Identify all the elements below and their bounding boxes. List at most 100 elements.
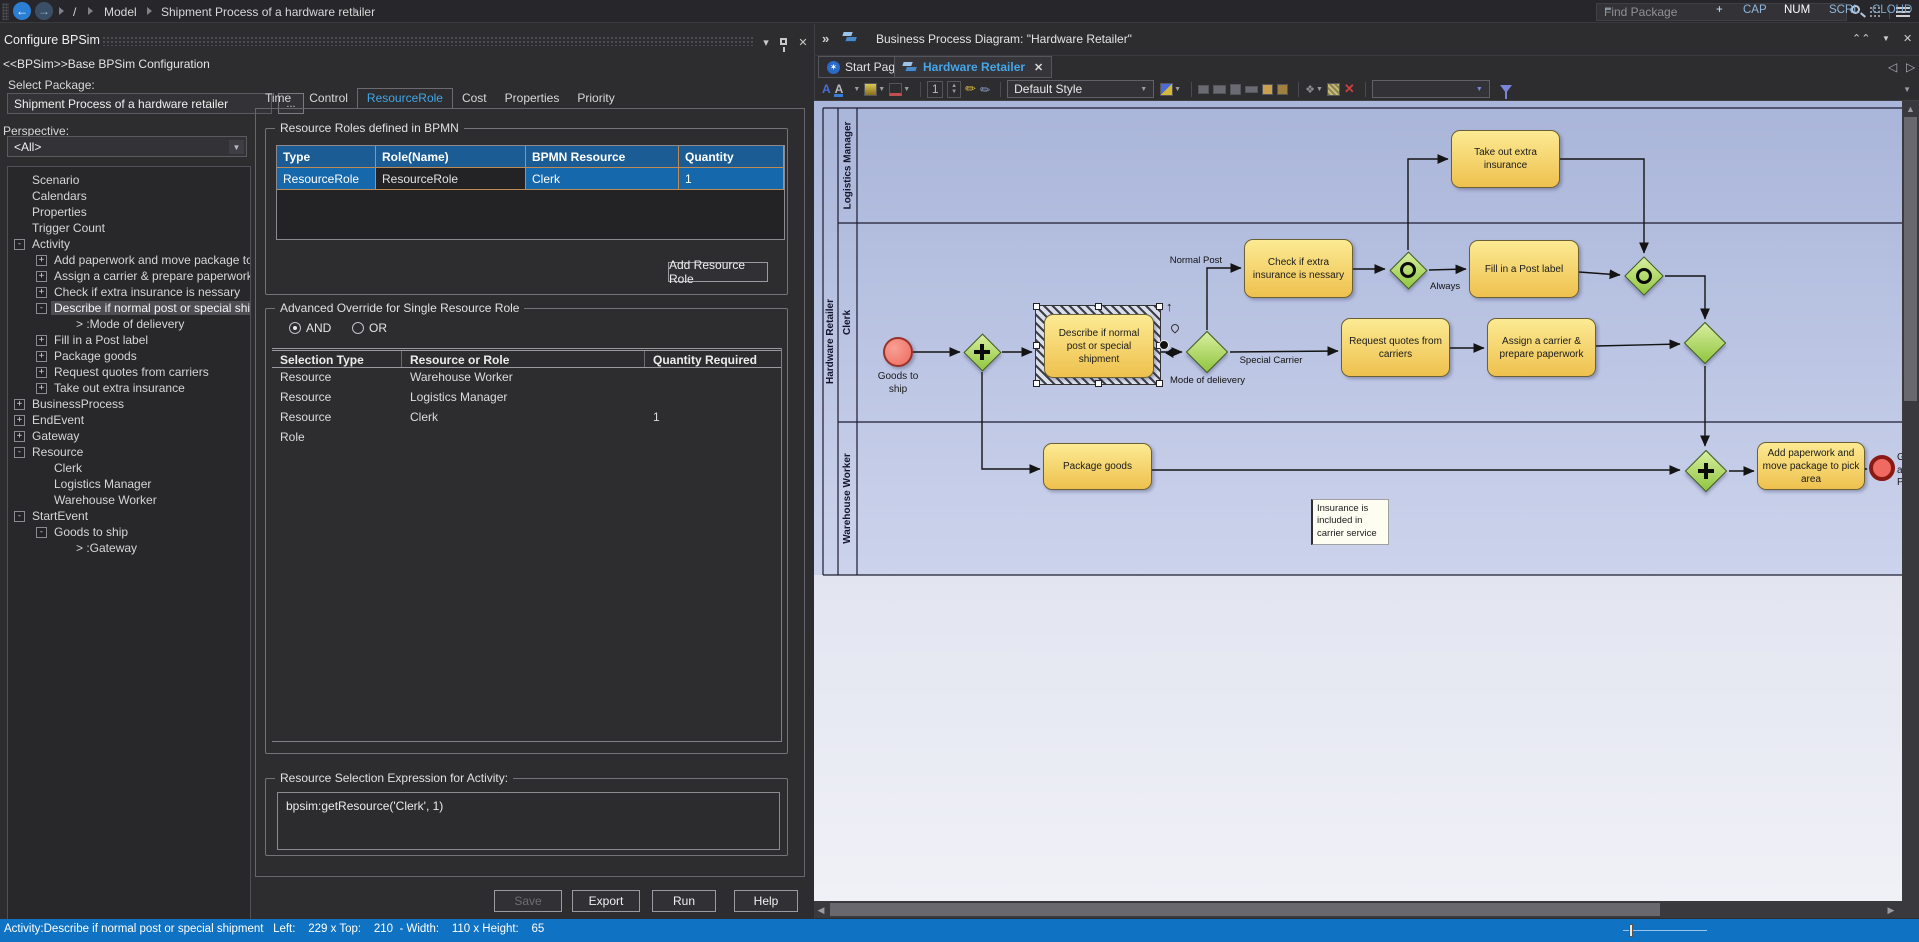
horizontal-scrollbar[interactable]: ◀ ▶ <box>814 901 1902 918</box>
chevron-down-icon[interactable]: ▼ <box>229 140 244 154</box>
advanced-override-table[interactable]: Selection TypeResource or RoleQuantity R… <box>272 348 782 742</box>
format-painter-icon[interactable]: ✏ <box>965 81 976 98</box>
tree-item[interactable]: +Assign a carrier & prepare paperwork <box>8 268 250 284</box>
collapse-icon[interactable]: - <box>36 303 47 314</box>
tree-item[interactable]: -Resource <box>8 444 250 460</box>
column-header[interactable]: Type <box>277 146 376 168</box>
close-icon[interactable]: ✕ <box>1903 32 1912 45</box>
line-color-icon[interactable]: ▼ <box>889 81 910 98</box>
collapse-icon[interactable]: - <box>14 239 25 250</box>
window-position-icon[interactable]: ▾ <box>759 36 773 49</box>
column-header[interactable]: Selection Type <box>272 351 402 367</box>
bpmn-task[interactable]: Fill in a Post label <box>1469 240 1579 298</box>
radio-unselected-icon[interactable] <box>352 322 364 334</box>
tree-item[interactable]: Properties <box>8 204 250 220</box>
toolbar-overflow-icon[interactable]: ▼ <box>1903 81 1911 98</box>
align-right-icon[interactable] <box>1230 81 1241 98</box>
filter-icon[interactable] <box>1500 81 1512 98</box>
bpmn-task[interactable]: Add paperwork and move package to pick a… <box>1757 442 1865 490</box>
pencil-icon[interactable]: ✎ <box>976 79 995 98</box>
tree-item[interactable]: -Describe if normal post or special ship… <box>8 300 250 316</box>
selection-handle[interactable] <box>1033 303 1040 310</box>
bpmn-gateway-none[interactable] <box>1186 331 1228 373</box>
expand-icon[interactable]: + <box>36 367 47 378</box>
table-row[interactable]: ResourceRoleResourceRoleClerk1 <box>277 168 784 190</box>
send-back-icon[interactable] <box>1277 81 1288 98</box>
tree-item[interactable]: +Request quotes from carriers <box>8 364 250 380</box>
selection-handle[interactable] <box>1156 303 1163 310</box>
same-width-icon[interactable] <box>1245 81 1258 98</box>
align-left-icon[interactable] <box>1198 81 1209 98</box>
horizontal-scrollbar-thumb[interactable] <box>830 903 1660 916</box>
table-cell[interactable]: Logistics Manager <box>402 388 645 408</box>
breadcrumb-root[interactable]: / <box>73 5 76 19</box>
table-cell[interactable] <box>645 368 780 388</box>
table-cell[interactable]: Resource <box>272 388 402 408</box>
tree-item[interactable]: +Take out extra insurance <box>8 380 250 396</box>
table-row[interactable]: ResourceLogistics Manager <box>272 388 781 408</box>
selection-handle[interactable] <box>1156 380 1163 387</box>
bpmn-task[interactable]: Describe if normal post or special shipm… <box>1044 314 1154 378</box>
tab-cost[interactable]: Cost <box>453 89 496 108</box>
tab-scroll-left-icon[interactable]: ◁ <box>1888 60 1897 74</box>
bpmn-task[interactable]: Assign a carrier & prepare paperwork <box>1487 318 1596 377</box>
table-cell[interactable]: Clerk <box>526 168 679 190</box>
bpmn-task[interactable]: Take out extra insurance <box>1451 130 1560 188</box>
delete-icon[interactable]: ✕ <box>1344 81 1355 98</box>
tree-item[interactable]: > :Gateway <box>8 540 250 556</box>
bpmn-gateway-none[interactable] <box>1684 322 1726 364</box>
expand-icon[interactable]: + <box>36 287 47 298</box>
collapse-icon[interactable]: - <box>14 447 25 458</box>
selection-handle[interactable] <box>1095 303 1102 310</box>
radio-selected-icon[interactable] <box>289 322 301 334</box>
expand-icon[interactable]: + <box>36 335 47 346</box>
tab-resourcerole[interactable]: ResourceRole <box>357 88 453 108</box>
breadcrumb-model[interactable]: Model <box>104 5 137 19</box>
perspective-combo[interactable]: <All> ▼ <box>7 136 247 157</box>
table-cell[interactable]: ResourceRole <box>376 168 526 190</box>
tree-item[interactable]: +Fill in a Post label <box>8 332 250 348</box>
resource-roles-table[interactable]: TypeRole(Name)BPMN ResourceQuantityResou… <box>276 145 785 240</box>
column-header[interactable]: Quantity Required <box>645 351 780 367</box>
expand-icon[interactable]: + <box>14 415 25 426</box>
column-header[interactable]: Resource or Role <box>402 351 645 367</box>
table-cell[interactable]: Role <box>272 428 402 448</box>
table-cell[interactable]: 1 <box>679 168 784 190</box>
line-width-value[interactable]: 1 <box>927 81 943 98</box>
bpmn-start-event[interactable] <box>883 337 913 367</box>
grid-icon[interactable] <box>1327 81 1340 98</box>
font-color-icon[interactable]: A▼ <box>835 81 861 98</box>
line-width-spinner[interactable]: ▲▼ <box>947 81 961 98</box>
bpmn-task[interactable]: Request quotes from carriers <box>1341 318 1450 377</box>
forward-button[interactable]: → <box>35 2 53 20</box>
tree-item[interactable]: +Gateway <box>8 428 250 444</box>
tab-properties[interactable]: Properties <box>496 89 569 108</box>
run-button[interactable]: Run <box>652 890 716 912</box>
table-row[interactable]: Role <box>272 428 781 448</box>
bpmn-task[interactable]: Package goods <box>1043 443 1152 490</box>
expand-icon[interactable]: + <box>36 383 47 394</box>
tree-item[interactable]: Warehouse Worker <box>8 492 250 508</box>
expand-icon[interactable]: + <box>36 271 47 282</box>
style-combo[interactable]: Default Style ▼ <box>1007 80 1154 98</box>
table-row[interactable]: ResourceClerk1 <box>272 408 781 428</box>
package-field[interactable]: Shipment Process of a hardware retailer <box>7 93 272 114</box>
tab-time[interactable]: Time <box>256 89 300 108</box>
pin-icon[interactable] <box>780 38 787 45</box>
zoom-slider-thumb[interactable] <box>1629 924 1633 937</box>
quicklink-up-arrow-icon[interactable]: ↑ <box>1166 299 1173 314</box>
table-cell[interactable]: Resource <box>272 368 402 388</box>
align-center-icon[interactable] <box>1213 81 1226 98</box>
group-icon[interactable]: ❖▼ <box>1305 81 1323 98</box>
table-cell[interactable]: Clerk <box>402 408 645 428</box>
collapse-icon[interactable]: - <box>36 527 47 538</box>
selection-handle[interactable] <box>1033 380 1040 387</box>
tab-hardware-retailer[interactable]: Hardware Retailer ✕ <box>894 56 1052 78</box>
table-cell[interactable]: Resource <box>272 408 402 428</box>
breadcrumb-package[interactable]: Shipment Process of a hardware retailer <box>161 5 375 19</box>
collapse-chevrons-icon[interactable]: ⌃⌃ <box>1852 32 1870 45</box>
column-header[interactable]: Quantity <box>679 146 784 168</box>
selection-handle[interactable] <box>1033 342 1040 349</box>
chevron-down-icon[interactable]: ▼ <box>1882 34 1890 43</box>
fill-color-icon[interactable]: ▼ <box>864 81 885 98</box>
